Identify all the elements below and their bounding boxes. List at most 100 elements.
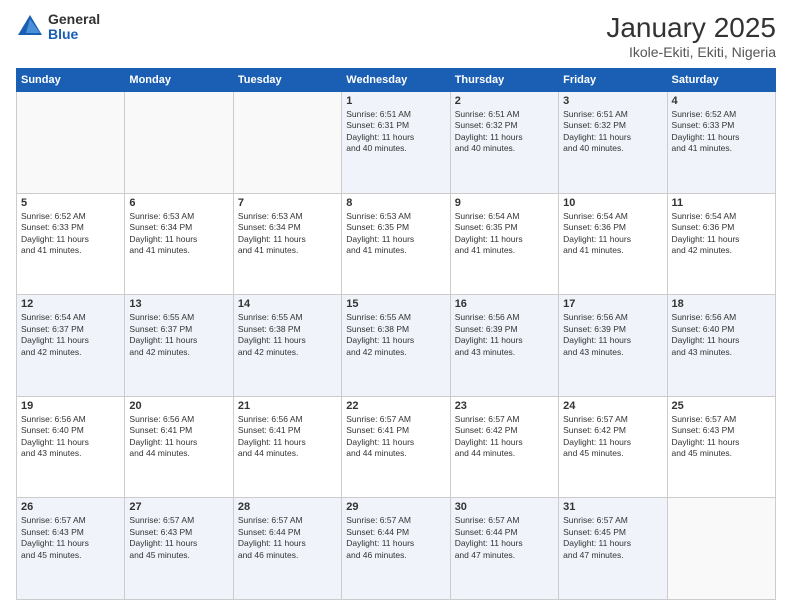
calendar-cell — [125, 92, 233, 194]
day-number: 11 — [672, 197, 771, 209]
day-info: Sunrise: 6:57 AM Sunset: 6:43 PM Dayligh… — [672, 414, 771, 460]
week-row-2: 5Sunrise: 6:52 AM Sunset: 6:33 PM Daylig… — [17, 193, 776, 295]
day-number: 22 — [346, 400, 445, 412]
header: General Blue January 2025 Ikole-Ekiti, E… — [16, 12, 776, 60]
location-title: Ikole-Ekiti, Ekiti, Nigeria — [606, 44, 776, 60]
day-info: Sunrise: 6:56 AM Sunset: 6:40 PM Dayligh… — [21, 414, 120, 460]
calendar-cell: 30Sunrise: 6:57 AM Sunset: 6:44 PM Dayli… — [450, 498, 558, 600]
day-info: Sunrise: 6:53 AM Sunset: 6:35 PM Dayligh… — [346, 211, 445, 257]
day-info: Sunrise: 6:53 AM Sunset: 6:34 PM Dayligh… — [238, 211, 337, 257]
day-number: 24 — [563, 400, 662, 412]
col-sunday: Sunday — [17, 69, 125, 92]
logo: General Blue — [16, 12, 100, 43]
day-number: 27 — [129, 501, 228, 513]
page: General Blue January 2025 Ikole-Ekiti, E… — [0, 0, 792, 612]
calendar-cell: 3Sunrise: 6:51 AM Sunset: 6:32 PM Daylig… — [559, 92, 667, 194]
day-info: Sunrise: 6:56 AM Sunset: 6:41 PM Dayligh… — [238, 414, 337, 460]
day-number: 6 — [129, 197, 228, 209]
day-info: Sunrise: 6:55 AM Sunset: 6:38 PM Dayligh… — [238, 312, 337, 358]
day-info: Sunrise: 6:57 AM Sunset: 6:44 PM Dayligh… — [238, 515, 337, 561]
calendar-cell: 9 Sunrise: 6:54 AM Sunset: 6:35 PM Daylig… — [450, 193, 558, 295]
day-info: Sunrise: 6:57 AM Sunset: 6:42 PM Dayligh… — [563, 414, 662, 460]
day-number: 16 — [455, 298, 554, 310]
day-info: Sunrise: 6:56 AM Sunset: 6:39 PM Dayligh… — [563, 312, 662, 358]
logo-text: General Blue — [48, 12, 100, 43]
calendar-cell: 12Sunrise: 6:54 AM Sunset: 6:37 PM Dayli… — [17, 295, 125, 397]
day-info: Sunrise: 6:56 AM Sunset: 6:41 PM Dayligh… — [129, 414, 228, 460]
day-number: 9 — [455, 197, 554, 209]
weekday-header-row: Sunday Monday Tuesday Wednesday Thursday… — [17, 69, 776, 92]
day-number: 15 — [346, 298, 445, 310]
day-info: Sunrise: 6:55 AM Sunset: 6:38 PM Dayligh… — [346, 312, 445, 358]
week-row-5: 26Sunrise: 6:57 AM Sunset: 6:43 PM Dayli… — [17, 498, 776, 600]
week-row-4: 19 Sunrise: 6:56 AM Sunset: 6:40 PM Dayli… — [17, 396, 776, 498]
day-info: Sunrise: 6:54 AM Sunset: 6:35 PM Dayligh… — [455, 211, 554, 257]
day-number: 30 — [455, 501, 554, 513]
day-info: Sunrise: 6:54 AM Sunset: 6:36 PM Dayligh… — [672, 211, 771, 257]
day-info: Sunrise: 6:57 AM Sunset: 6:45 PM Dayligh… — [563, 515, 662, 561]
calendar-cell: 1 Sunrise: 6:51 AM Sunset: 6:31 PM Daylig… — [342, 92, 450, 194]
title-block: January 2025 Ikole-Ekiti, Ekiti, Nigeria — [606, 12, 776, 60]
day-number: 23 — [455, 400, 554, 412]
day-number: 19 — [21, 400, 120, 412]
day-number: 18 — [672, 298, 771, 310]
col-saturday: Saturday — [667, 69, 775, 92]
calendar-cell: 4 Sunrise: 6:52 AM Sunset: 6:33 PM Daylig… — [667, 92, 775, 194]
calendar-cell: 22 Sunrise: 6:57 AM Sunset: 6:41 PM Dayli… — [342, 396, 450, 498]
calendar-cell: 21Sunrise: 6:56 AM Sunset: 6:41 PM Dayli… — [233, 396, 341, 498]
day-number: 28 — [238, 501, 337, 513]
calendar-cell — [233, 92, 341, 194]
calendar-cell: 23Sunrise: 6:57 AM Sunset: 6:42 PM Dayli… — [450, 396, 558, 498]
calendar-cell: 2 Sunrise: 6:51 AM Sunset: 6:32 PM Daylig… — [450, 92, 558, 194]
day-number: 17 — [563, 298, 662, 310]
calendar-cell: 27 Sunrise: 6:57 AM Sunset: 6:43 PM Dayli… — [125, 498, 233, 600]
calendar-cell: 10Sunrise: 6:54 AM Sunset: 6:36 PM Dayli… — [559, 193, 667, 295]
calendar-cell: 26Sunrise: 6:57 AM Sunset: 6:43 PM Dayli… — [17, 498, 125, 600]
calendar-cell — [667, 498, 775, 600]
day-info: Sunrise: 6:56 AM Sunset: 6:40 PM Dayligh… — [672, 312, 771, 358]
day-info: Sunrise: 6:51 AM Sunset: 6:32 PM Dayligh… — [455, 109, 554, 155]
calendar-cell: 28 Sunrise: 6:57 AM Sunset: 6:44 PM Dayli… — [233, 498, 341, 600]
calendar-cell: 17 Sunrise: 6:56 AM Sunset: 6:39 PM Dayli… — [559, 295, 667, 397]
day-info: Sunrise: 6:56 AM Sunset: 6:39 PM Dayligh… — [455, 312, 554, 358]
day-info: Sunrise: 6:57 AM Sunset: 6:41 PM Dayligh… — [346, 414, 445, 460]
day-number: 2 — [455, 95, 554, 107]
calendar-cell: 19 Sunrise: 6:56 AM Sunset: 6:40 PM Dayli… — [17, 396, 125, 498]
day-number: 13 — [129, 298, 228, 310]
calendar-cell: 31Sunrise: 6:57 AM Sunset: 6:45 PM Dayli… — [559, 498, 667, 600]
day-info: Sunrise: 6:57 AM Sunset: 6:44 PM Dayligh… — [346, 515, 445, 561]
day-number: 29 — [346, 501, 445, 513]
day-info: Sunrise: 6:57 AM Sunset: 6:43 PM Dayligh… — [129, 515, 228, 561]
calendar-cell: 25 Sunrise: 6:57 AM Sunset: 6:43 PM Dayli… — [667, 396, 775, 498]
logo-icon — [16, 13, 44, 41]
calendar-cell — [17, 92, 125, 194]
day-number: 12 — [21, 298, 120, 310]
day-number: 25 — [672, 400, 771, 412]
col-wednesday: Wednesday — [342, 69, 450, 92]
logo-general-text: General — [48, 12, 100, 27]
day-number: 7 — [238, 197, 337, 209]
col-thursday: Thursday — [450, 69, 558, 92]
calendar-cell: 20Sunrise: 6:56 AM Sunset: 6:41 PM Dayli… — [125, 396, 233, 498]
calendar-cell: 15 Sunrise: 6:55 AM Sunset: 6:38 PM Dayli… — [342, 295, 450, 397]
col-tuesday: Tuesday — [233, 69, 341, 92]
calendar-cell: 7 Sunrise: 6:53 AM Sunset: 6:34 PM Daylig… — [233, 193, 341, 295]
calendar-cell: 16 Sunrise: 6:56 AM Sunset: 6:39 PM Dayli… — [450, 295, 558, 397]
week-row-1: 1 Sunrise: 6:51 AM Sunset: 6:31 PM Daylig… — [17, 92, 776, 194]
calendar-cell: 13Sunrise: 6:55 AM Sunset: 6:37 PM Dayli… — [125, 295, 233, 397]
day-number: 5 — [21, 197, 120, 209]
calendar-cell: 29 Sunrise: 6:57 AM Sunset: 6:44 PM Dayli… — [342, 498, 450, 600]
day-number: 1 — [346, 95, 445, 107]
day-number: 4 — [672, 95, 771, 107]
calendar-cell: 18 Sunrise: 6:56 AM Sunset: 6:40 PM Dayli… — [667, 295, 775, 397]
calendar-cell: 11 Sunrise: 6:54 AM Sunset: 6:36 PM Dayli… — [667, 193, 775, 295]
day-number: 3 — [563, 95, 662, 107]
month-title: January 2025 — [606, 12, 776, 44]
day-info: Sunrise: 6:52 AM Sunset: 6:33 PM Dayligh… — [672, 109, 771, 155]
calendar-cell: 24 Sunrise: 6:57 AM Sunset: 6:42 PM Dayli… — [559, 396, 667, 498]
day-info: Sunrise: 6:51 AM Sunset: 6:31 PM Dayligh… — [346, 109, 445, 155]
week-row-3: 12Sunrise: 6:54 AM Sunset: 6:37 PM Dayli… — [17, 295, 776, 397]
calendar-cell: 5Sunrise: 6:52 AM Sunset: 6:33 PM Daylig… — [17, 193, 125, 295]
calendar-cell: 6Sunrise: 6:53 AM Sunset: 6:34 PM Daylig… — [125, 193, 233, 295]
day-number: 14 — [238, 298, 337, 310]
